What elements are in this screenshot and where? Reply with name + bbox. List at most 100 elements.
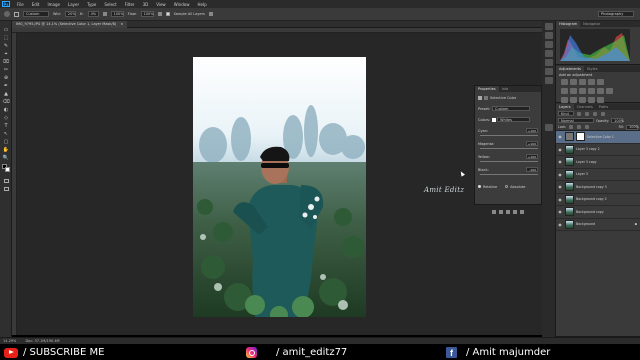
properties-panel-icon[interactable]	[545, 124, 553, 131]
gradient-map-icon[interactable]	[588, 97, 595, 103]
lock-pixels-icon[interactable]	[569, 125, 574, 129]
magenta-field[interactable]: +100	[526, 141, 538, 146]
colors-select[interactable]: Whites	[497, 117, 530, 122]
eye-icon[interactable]: ◉	[557, 147, 563, 152]
menu-filter[interactable]: Filter	[121, 2, 139, 7]
tab-adjustments[interactable]: Adjustments	[556, 66, 584, 72]
hand-tool-icon[interactable]: ✋	[2, 146, 10, 153]
swatches-panel-icon[interactable]	[545, 77, 553, 84]
layer-kind-select[interactable]: Kind	[558, 111, 574, 116]
tab-info[interactable]: Info	[499, 86, 512, 92]
menu-type[interactable]: Type	[83, 2, 100, 7]
slice-tool-icon[interactable]: ✂	[2, 66, 10, 73]
layer-row[interactable]: ◉ Layer 3 copy 2	[556, 144, 640, 156]
history-panel-icon[interactable]	[545, 23, 553, 30]
layer-row[interactable]: ◉ Background copy	[556, 206, 640, 219]
menu-file[interactable]: File	[13, 2, 28, 7]
brightness-icon[interactable]	[561, 79, 568, 85]
crop-tool-icon[interactable]: ⌧	[2, 58, 10, 65]
delete-icon[interactable]	[520, 209, 524, 214]
move-tool-icon[interactable]: ▭	[2, 26, 10, 33]
layer-row[interactable]: ◉ Layer 3	[556, 169, 640, 181]
invert-icon[interactable]	[561, 97, 568, 103]
tab-channels[interactable]: Channels	[574, 104, 596, 110]
style-select[interactable]: Custom	[23, 11, 49, 17]
lock-all-icon[interactable]	[585, 125, 590, 129]
airbrush-icon[interactable]	[157, 12, 162, 16]
mask-mode-icon[interactable]	[484, 95, 488, 100]
yellow-field[interactable]: +100	[526, 154, 538, 159]
filter-shape-icon[interactable]	[601, 111, 605, 116]
filter-adjust-icon[interactable]	[585, 111, 589, 116]
eye-icon[interactable]: ◉	[557, 197, 563, 202]
preset-select[interactable]: Custom	[492, 106, 530, 111]
eye-icon[interactable]: ◉	[557, 134, 563, 139]
magenta-slider[interactable]	[480, 148, 538, 149]
menu-view[interactable]: View	[152, 2, 170, 7]
height-field[interactable]: 4%	[87, 11, 99, 17]
paragraph-panel-icon[interactable]	[545, 59, 553, 66]
opacity-field[interactable]: 100%	[611, 118, 624, 123]
posterize-icon[interactable]	[570, 97, 577, 103]
black-field[interactable]: -100	[526, 167, 538, 172]
tool-mode-icon[interactable]	[14, 11, 19, 17]
document-tab[interactable]: IMG_9795.JPG @ 14.1% (Selective Color 1,…	[12, 21, 128, 28]
layer-row[interactable]: ◉ Layer 3 copy	[556, 156, 640, 169]
path-select-tool-icon[interactable]: ↖	[2, 130, 10, 137]
healing-tool-icon[interactable]: ⊕	[2, 74, 10, 81]
color-panel-icon[interactable]	[545, 68, 553, 75]
layer-row[interactable]: ◉ Background copy 3	[556, 181, 640, 194]
absolute-radio[interactable]	[505, 185, 509, 188]
hue-saturation-icon[interactable]	[561, 88, 568, 94]
vibrance-icon[interactable]	[597, 79, 604, 85]
black-slider[interactable]	[480, 174, 538, 175]
lasso-tool-icon[interactable]: ✎	[2, 42, 10, 49]
pen-pressure-icon[interactable]	[208, 12, 213, 16]
blend-mode-select[interactable]: Normal	[558, 118, 594, 123]
photo-filter-icon[interactable]	[588, 88, 595, 94]
tab-styles[interactable]: Styles	[584, 66, 601, 72]
menu-select[interactable]: Select	[100, 2, 120, 7]
tab-paths[interactable]: Paths	[596, 104, 612, 110]
zoom-tool-icon[interactable]: 🔍	[2, 154, 10, 161]
layer-row[interactable]: ◉ Background copy 2	[556, 194, 640, 206]
eraser-tool-icon[interactable]: ⌫	[2, 98, 10, 105]
flow-field[interactable]: 100%	[140, 11, 154, 17]
shape-tool-icon[interactable]: ▢	[2, 138, 10, 145]
screen-mode-icon[interactable]	[2, 185, 10, 192]
relative-radio[interactable]	[478, 185, 481, 188]
brush-panel-icon[interactable]	[545, 41, 553, 48]
layer-mask-thumbnail[interactable]	[576, 132, 585, 142]
filter-type-icon[interactable]	[593, 111, 597, 116]
menu-layer[interactable]: Layer	[64, 2, 83, 7]
eye-icon[interactable]: ◉	[557, 172, 563, 177]
clip-to-layer-icon[interactable]	[492, 209, 496, 214]
lock-position-icon[interactable]	[577, 125, 582, 129]
quick-mask-icon[interactable]	[2, 177, 10, 184]
pen-tool-icon[interactable]: ◇	[2, 114, 10, 121]
stamp-tool-icon[interactable]: ▲	[2, 90, 10, 97]
pressure-icon[interactable]	[102, 12, 107, 16]
menu-window[interactable]: Window	[170, 2, 194, 7]
zoom-level[interactable]: 14.29%	[0, 339, 24, 343]
type-tool-icon[interactable]: T	[2, 122, 10, 129]
channel-mixer-icon[interactable]	[597, 88, 604, 94]
actions-panel-icon[interactable]	[545, 32, 553, 39]
tab-properties[interactable]: Properties	[475, 86, 499, 92]
workspace-select[interactable]: Photography	[598, 11, 634, 17]
curves-icon[interactable]	[579, 79, 586, 85]
brush-tool-icon[interactable]: ✒	[2, 82, 10, 89]
visibility-icon[interactable]	[513, 209, 517, 214]
eye-icon[interactable]: ◉	[557, 184, 563, 189]
menu-image[interactable]: Image	[43, 2, 64, 7]
layer-row[interactable]: ◉ Background ▪	[556, 219, 640, 231]
menu-3d[interactable]: 3D	[139, 2, 153, 7]
levels-icon[interactable]	[570, 79, 577, 85]
quick-select-tool-icon[interactable]: ⌖	[2, 50, 10, 57]
filter-pixel-icon[interactable]	[577, 111, 581, 116]
color-lookup-icon[interactable]	[606, 88, 613, 94]
tab-layers[interactable]: Layers	[556, 104, 574, 110]
cyan-slider[interactable]	[480, 135, 538, 136]
fill-field[interactable]: 100%	[626, 124, 639, 130]
brush-preset-icon[interactable]	[4, 11, 10, 17]
